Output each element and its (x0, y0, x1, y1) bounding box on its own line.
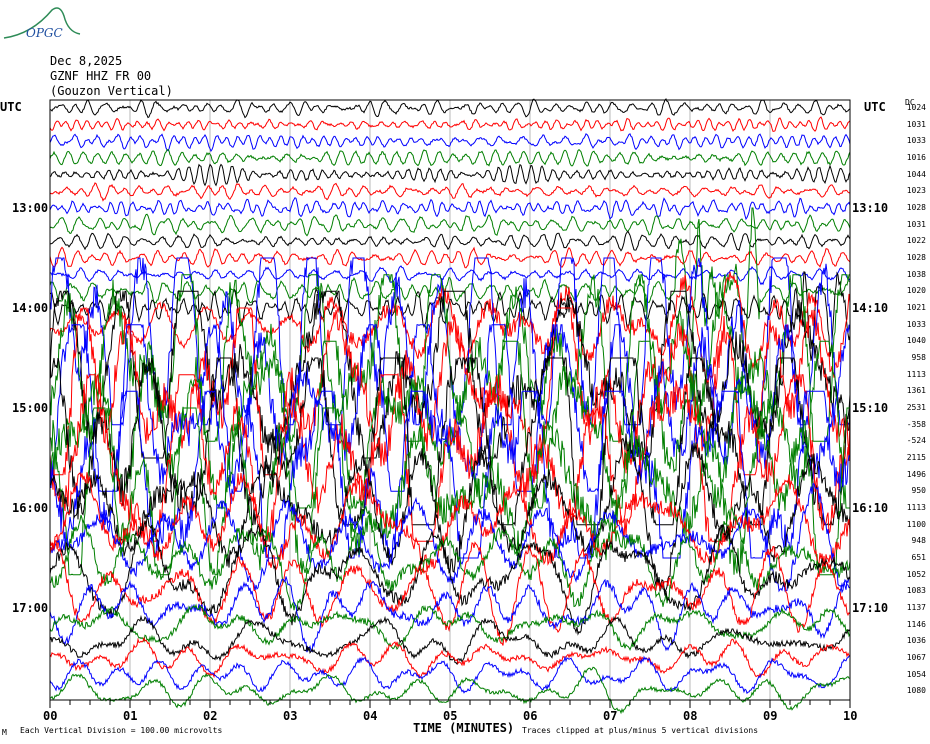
dc-offset-value: 2531 (906, 403, 926, 412)
x-tick-label: 03 (283, 709, 298, 723)
dc-offset-value: 1028 (906, 203, 926, 212)
dc-offset-value: 1033 (906, 136, 926, 146)
left-time-label: 16:00 (12, 501, 49, 515)
helicorder-plot (49, 98, 851, 715)
dc-offset-value: 1067 (906, 653, 926, 662)
dc-offset-value: 1113 (906, 503, 926, 512)
dc-offset-value: 1022 (906, 236, 926, 246)
dc-offset-value: 1038 (906, 269, 926, 279)
dc-offset-value: 1146 (906, 619, 926, 629)
left-time-label: 14:00 (12, 301, 49, 315)
x-tick-label: 09 (763, 709, 778, 723)
dc-offset-value: 1083 (906, 586, 926, 596)
dc-offset-value: 1496 (906, 469, 926, 479)
x-axis-title: TIME (MINUTES) (413, 721, 515, 735)
dc-offset-value: 1044 (906, 169, 926, 179)
right-utc-label: UTC (864, 100, 886, 114)
dc-offset-value: 948 (911, 536, 926, 546)
dc-offset-value: 1016 (906, 153, 926, 162)
left-time-label: 13:00 (12, 201, 49, 215)
dc-offset-value: 1052 (906, 569, 926, 579)
left-utc-label: UTC (0, 100, 22, 114)
dc-offset-value: -524 (906, 436, 926, 446)
x-tick-label: 04 (363, 709, 378, 723)
right-time-label: 14:10 (852, 301, 889, 315)
dc-offset-value: 1040 (906, 336, 926, 346)
left-time-label: 15:00 (12, 401, 49, 415)
dc-offset-value: 1020 (906, 286, 926, 296)
x-tick-label: 06 (523, 709, 538, 723)
header-date: Dec 8,2025 (50, 54, 123, 68)
footer-mark: M (2, 728, 7, 737)
dc-offset-value: 1361 (906, 386, 926, 396)
dc-offset-value: 1023 (906, 186, 926, 196)
dc-offset-value: 2115 (906, 453, 926, 462)
logo-text: OPGC (26, 26, 63, 40)
dc-offset-value: 1054 (906, 669, 926, 679)
dc-offset-value: 1080 (906, 686, 926, 696)
dc-offset-value: 651 (911, 553, 926, 562)
dc-offset-value: 1100 (906, 519, 926, 529)
scale-note: Each Vertical Division = 100.00 microvol… (20, 726, 223, 735)
x-tick-label: 00 (43, 709, 58, 723)
x-tick-label: 01 (123, 709, 138, 723)
dc-offset-value: 1033 (906, 319, 926, 329)
header-station: GZNF HHZ FR 00 (50, 69, 152, 83)
dc-offset-value: 1113 (906, 369, 926, 379)
x-tick-label: 10 (843, 709, 858, 723)
opgc-logo: OPGC (2, 4, 82, 47)
right-time-label: 15:10 (852, 401, 889, 415)
right-time-label: 17:10 (852, 601, 889, 615)
header-station-name: (Gouzon Vertical) (50, 84, 173, 98)
x-tick-label: 02 (203, 709, 218, 723)
x-tick-label: 08 (683, 709, 698, 723)
right-time-label: 16:10 (852, 501, 889, 515)
dc-offset-value: 1028 (906, 253, 926, 262)
clip-note: Traces clipped at plus/minus 5 vertical … (522, 726, 759, 735)
dc-offset-value: 1031 (906, 219, 926, 229)
dc-offset-value: 1021 (906, 303, 926, 312)
dc-offset-value: 1031 (906, 119, 926, 129)
dc-offset-value: -358 (906, 419, 926, 429)
dc-offset-value: 1024 (906, 103, 926, 112)
dc-offset-value: 1036 (906, 636, 926, 646)
dc-offset-value: 950 (911, 486, 926, 496)
left-time-label: 17:00 (12, 601, 49, 615)
x-tick-label: 07 (603, 709, 618, 723)
right-time-label: 13:10 (852, 201, 889, 215)
dc-offset-value: 958 (911, 353, 926, 362)
dc-offset-value: 1137 (906, 603, 926, 612)
